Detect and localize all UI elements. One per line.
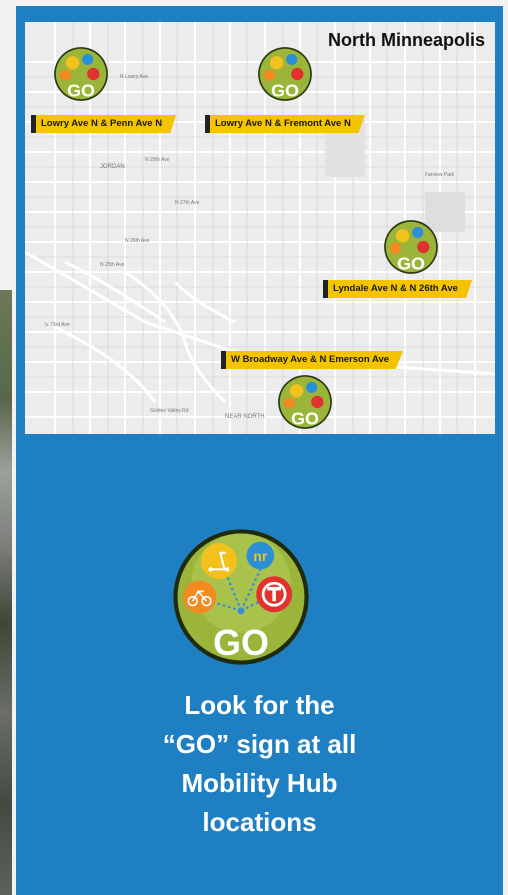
street-label: N 26th Ave <box>125 238 150 244</box>
street-label: N 25th Ave <box>100 262 125 268</box>
hub-label-lowry-fremont[interactable]: Lowry Ave N & Fremont Ave N <box>205 115 365 133</box>
tagline-line-2: “GO” sign at all <box>162 729 357 759</box>
park-label: Farview Park <box>425 172 455 178</box>
street-label: N Lowry Ave <box>120 74 148 80</box>
neighborhood-label: JORDAN <box>100 164 125 170</box>
go-text: GO <box>213 623 269 663</box>
go-hub-marker-lowry-penn[interactable]: GO <box>53 46 109 102</box>
tagline-line-4: locations <box>202 807 317 837</box>
background-photo-strip <box>0 290 12 895</box>
bike-icon <box>183 580 217 614</box>
info-panel: North Minneapolis N Lowry Ave N 27th Ave… <box>16 6 503 895</box>
tagline-line-3: Mobility Hub <box>181 768 338 798</box>
go-sign-logo: nr GO <box>173 529 309 665</box>
map-title: North Minneapolis <box>328 30 485 50</box>
street-label: N 23rd Ave <box>45 322 70 328</box>
street-label: N 27th Ave <box>175 200 200 206</box>
street-label: N 29th Ave <box>145 157 170 163</box>
svg-text:GO: GO <box>67 80 95 100</box>
hub-label-lyndale-26th[interactable]: Lyndale Ave N & N 26th Ave <box>323 280 472 298</box>
nice-ride-icon: nr <box>246 541 275 570</box>
scooter-icon <box>200 543 237 580</box>
go-hub-marker-broadway-emerson[interactable]: GO <box>277 374 333 430</box>
metro-transit-icon <box>256 576 293 613</box>
svg-text:nr: nr <box>253 549 267 564</box>
go-hub-marker-lowry-fremont[interactable]: GO <box>257 46 313 102</box>
street-label: Golden Valley Rd <box>150 408 189 414</box>
svg-text:GO: GO <box>291 408 319 428</box>
north-minneapolis-map[interactable]: North Minneapolis N Lowry Ave N 27th Ave… <box>25 22 495 434</box>
tagline-line-1: Look for the <box>184 690 335 720</box>
svg-text:GO: GO <box>397 253 425 273</box>
go-hub-marker-lyndale-26th[interactable]: GO <box>383 219 439 275</box>
svg-text:GO: GO <box>271 80 299 100</box>
hub-label-broadway-emerson[interactable]: W Broadway Ave & N Emerson Ave <box>221 351 404 369</box>
neighborhood-label: NEAR NORTH <box>225 414 265 420</box>
tagline: Look for the “GO” sign at all Mobility H… <box>16 686 503 842</box>
hub-label-lowry-penn[interactable]: Lowry Ave N & Penn Ave N <box>31 115 177 133</box>
